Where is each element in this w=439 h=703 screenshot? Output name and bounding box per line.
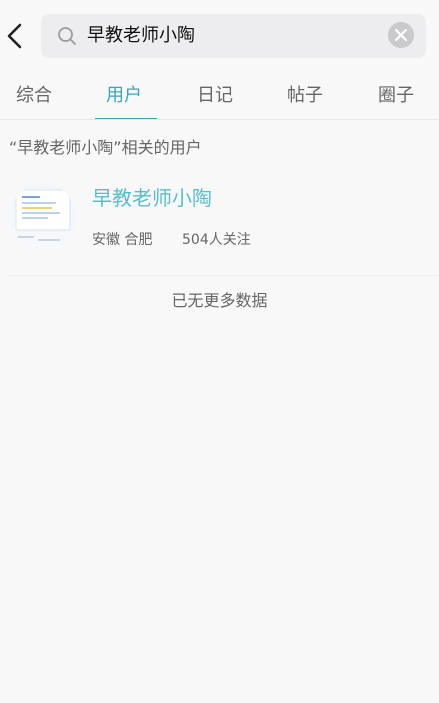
avatar-image [10,184,76,250]
search-box[interactable]: 早教老师小陶 [41,14,426,58]
back-icon [7,23,22,49]
search-input[interactable]: 早教老师小陶 [87,23,195,49]
tab-divider [0,119,439,120]
user-result-card[interactable]: 早教老师小陶 安徽 合肥 504人关注 [0,170,439,274]
clear-search-button[interactable] [388,22,414,48]
tab-diary[interactable]: 日记 [197,84,233,108]
user-name[interactable]: 早教老师小陶 [92,184,212,212]
card-divider [8,275,439,276]
close-icon [395,29,407,41]
section-title: “早教老师小陶”相关的用户 [9,138,202,157]
tab-bar: 综合 用户 日记 帖子 圈子 [0,72,439,120]
tab-posts[interactable]: 帖子 [287,84,323,108]
user-location: 安徽 合肥 [92,232,153,248]
top-bar: 早教老师小陶 [0,0,439,72]
tab-comprehensive[interactable]: 综合 [16,84,52,108]
tab-circles[interactable]: 圈子 [378,84,414,108]
search-icon [58,27,76,45]
back-button[interactable] [4,22,28,50]
avatar[interactable] [10,184,76,250]
tab-users[interactable]: 用户 [106,84,142,108]
user-followers: 504人关注 [182,232,251,248]
no-more-data-text: 已无更多数据 [171,291,268,310]
